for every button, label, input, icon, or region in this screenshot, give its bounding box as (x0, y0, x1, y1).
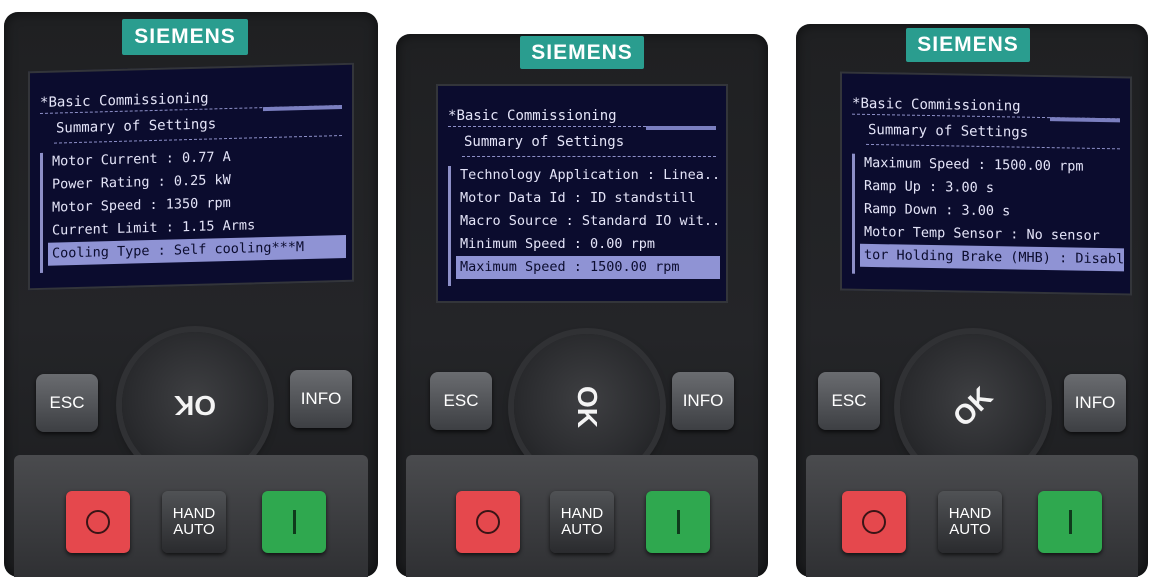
device-body: SIEMENS *Basic Commissioning Summary of … (4, 12, 378, 577)
on-button[interactable] (1038, 491, 1102, 553)
auto-label: AUTO (949, 521, 991, 538)
list-item[interactable]: Macro Source : Standard IO wit.. (456, 210, 720, 233)
progress-fill (1050, 117, 1120, 123)
screen-subtitle: Summary of Settings (464, 134, 625, 150)
control-area: HAND AUTO (806, 455, 1138, 577)
settings-list: Motor Current : 0.77 A Power Rating : 0.… (48, 143, 346, 266)
siemens-logo: SIEMENS (122, 19, 248, 55)
auto-label: AUTO (173, 521, 215, 538)
info-button[interactable]: INFO (672, 372, 734, 430)
ok-label: OK (946, 380, 999, 433)
progress-bar (852, 113, 1120, 123)
bar-icon (292, 510, 296, 534)
control-area: HAND AUTO (406, 455, 758, 577)
esc-button[interactable]: ESC (818, 372, 880, 430)
on-button[interactable] (262, 491, 326, 553)
esc-button[interactable]: ESC (430, 372, 492, 430)
list-item[interactable]: Technology Application : Linea.. (456, 164, 720, 187)
operator-panel-2: SIEMENS *Basic Commissioning Summary of … (392, 0, 774, 577)
off-button[interactable] (842, 491, 906, 553)
settings-list: Maximum Speed : 1500.00 rpm Ramp Up : 3.… (860, 152, 1124, 272)
auto-label: AUTO (561, 521, 603, 538)
scrollbar (448, 166, 451, 286)
device-body: SIEMENS *Basic Commissioning Summary of … (796, 24, 1148, 577)
hand-auto-button[interactable]: HAND AUTO (162, 491, 226, 553)
circle-icon (86, 510, 110, 534)
off-button[interactable] (456, 491, 520, 553)
hand-label: HAND (172, 505, 216, 522)
list-item[interactable]: Minimum Speed : 0.00 rpm (456, 233, 720, 256)
screen-title: Basic Commissioning (860, 95, 1021, 115)
list-item[interactable]: Motor Data Id : ID standstill (456, 187, 720, 210)
list-item-selected[interactable]: tor Holding Brake (MHB) : Disabl (860, 243, 1124, 272)
screen-title: Basic Commissioning (456, 108, 617, 124)
progress-fill (646, 126, 716, 130)
hand-label: HAND (948, 505, 992, 522)
hand-label: HAND (560, 505, 604, 522)
on-button[interactable] (646, 491, 710, 553)
ok-label: OK (174, 390, 216, 421)
operator-panel-3: SIEMENS *Basic Commissioning Summary of … (784, 0, 1155, 577)
siemens-logo: SIEMENS (906, 28, 1030, 62)
hand-auto-button[interactable]: HAND AUTO (938, 491, 1002, 553)
device-body: SIEMENS *Basic Commissioning Summary of … (396, 34, 768, 577)
progress-bar (448, 126, 716, 130)
hand-auto-button[interactable]: HAND AUTO (550, 491, 614, 553)
info-button[interactable]: INFO (290, 370, 352, 428)
circle-icon (862, 510, 886, 534)
info-button[interactable]: INFO (1064, 374, 1126, 432)
display-screen: *Basic Commissioning Summary of Settings… (840, 71, 1132, 296)
progress-fill (263, 105, 342, 112)
divider (866, 143, 1120, 150)
settings-list: Technology Application : Linea.. Motor D… (456, 164, 720, 279)
bar-icon (676, 510, 680, 534)
bar-icon (1068, 510, 1072, 534)
operator-panel-1: SIEMENS *Basic Commissioning Summary of … (0, 0, 382, 577)
display-screen: *Basic Commissioning Summary of Settings… (436, 84, 728, 303)
scrollbar (852, 153, 855, 274)
screen-title: Basic Commissioning (48, 90, 209, 111)
screen-subtitle: Summary of Settings (868, 121, 1029, 141)
scrollbar (40, 152, 43, 273)
siemens-logo: SIEMENS (520, 36, 644, 69)
list-item-selected[interactable]: Maximum Speed : 1500.00 rpm (456, 256, 720, 279)
display-screen: *Basic Commissioning Summary of Settings… (28, 62, 354, 291)
circle-icon (476, 510, 500, 534)
divider (54, 135, 342, 144)
esc-button[interactable]: ESC (36, 374, 98, 432)
ok-label: OK (572, 386, 603, 428)
control-area: HAND AUTO (14, 455, 368, 577)
divider (462, 156, 716, 157)
off-button[interactable] (66, 491, 130, 553)
screen-subtitle: Summary of Settings (56, 116, 217, 137)
